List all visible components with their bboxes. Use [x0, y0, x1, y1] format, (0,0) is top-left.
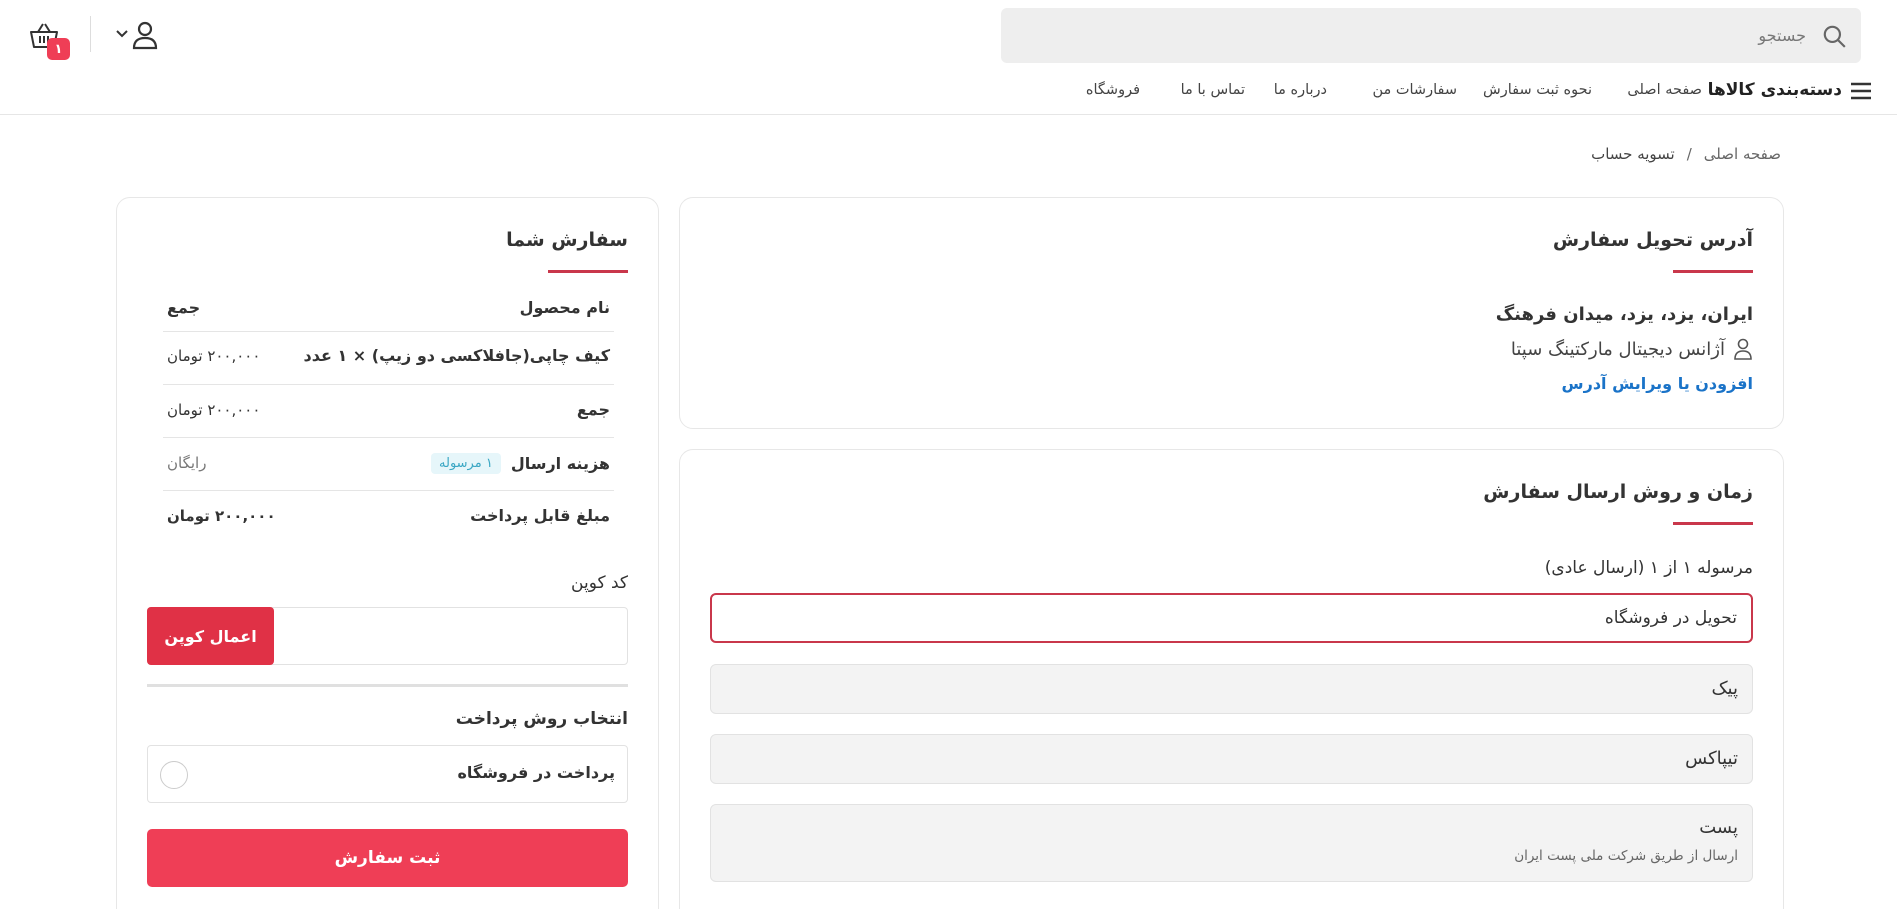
- order-summary-card: سفارش شما نام محصول جمع کیف چاپی(جافلاکس…: [116, 197, 659, 909]
- coupon-field: اعمال کوپن: [147, 607, 628, 665]
- cart-count-badge: ۱: [47, 38, 70, 60]
- total-row: مبلغ قابل پرداخت ۲۰۰,۰۰۰ تومان: [163, 491, 614, 544]
- col-product-header: نام محصول: [519, 298, 610, 317]
- breadcrumb-separator: /: [1686, 145, 1692, 163]
- nav-separator: [0, 114, 1897, 115]
- shipping-cost-label: هزینه ارسال: [510, 454, 610, 473]
- order-divider: [147, 684, 628, 687]
- person-icon: [1734, 338, 1752, 360]
- order-table-header: نام محصول جمع: [163, 290, 614, 332]
- payment-option-label: پرداخت در فروشگاه: [457, 763, 615, 782]
- subtotal-value: ۲۰۰,۰۰۰ تومان: [167, 401, 261, 419]
- order-title-underline: [548, 270, 628, 273]
- shipping-cost-value: رایگان: [167, 454, 207, 472]
- col-total-header: جمع: [167, 298, 201, 317]
- address-title-underline: [1673, 270, 1753, 273]
- nav-categories[interactable]: دسته‌بندی کالاها: [1708, 80, 1842, 100]
- nav-shop[interactable]: فروشگاه: [1086, 82, 1140, 98]
- submit-order-button[interactable]: ثبت سفارش: [147, 829, 628, 887]
- main-nav: دسته‌بندی کالاها صفحه اصلی نحوه ثبت سفار…: [1086, 78, 1872, 104]
- address-recipient: آژانس دیجیتال مارکتینگ سپتا: [1511, 338, 1753, 360]
- subtotal-row: جمع ۲۰۰,۰۰۰ تومان: [163, 385, 614, 438]
- total-label: مبلغ قابل پرداخت: [470, 506, 610, 525]
- breadcrumb-current: تسویه حساب: [1591, 145, 1675, 163]
- shipping-option-tipax[interactable]: تیپاکس: [710, 734, 1753, 784]
- parcel-label: مرسوله ۱ از ۱ (ارسال عادی): [1544, 558, 1753, 578]
- item-name: کیف چاپی(جافلاکسی دو زیپ) × ۱ عدد: [303, 346, 610, 365]
- payment-method-label: انتخاب روش پرداخت: [455, 709, 628, 729]
- nav-how-to-order[interactable]: نحوه ثبت سفارش: [1483, 82, 1592, 98]
- nav-home[interactable]: صفحه اصلی: [1627, 82, 1702, 98]
- apply-coupon-button[interactable]: اعمال کوپن: [147, 607, 274, 665]
- coupon-label: کد کوپن: [571, 573, 628, 593]
- breadcrumb: صفحه اصلی / تسویه حساب: [1591, 145, 1781, 163]
- nav-my-orders[interactable]: سفارشات من: [1372, 82, 1457, 98]
- coupon-input[interactable]: [274, 608, 628, 664]
- item-price: ۲۰۰,۰۰۰ تومان: [167, 347, 261, 365]
- chevron-down-icon[interactable]: [115, 29, 129, 39]
- payment-option-in-store[interactable]: پرداخت در فروشگاه: [147, 745, 628, 803]
- shipping-title: زمان و روش ارسال سفارش: [1483, 481, 1753, 503]
- address-title: آدرس تحویل سفارش: [1552, 229, 1753, 251]
- header-divider: [90, 16, 91, 52]
- subtotal-label: جمع: [576, 400, 610, 419]
- shipping-title-underline: [1673, 522, 1753, 525]
- shipping-option-courier[interactable]: پیک: [710, 664, 1753, 714]
- search-icon: [1823, 25, 1846, 48]
- shipping-option-store-pickup[interactable]: تحویل در فروشگاه: [710, 593, 1753, 643]
- breadcrumb-home[interactable]: صفحه اصلی: [1704, 145, 1781, 163]
- address-card: آدرس تحویل سفارش ایران، یزد، یزد، میدان …: [679, 197, 1784, 429]
- address-line: ایران، یزد، یزد، میدان فرهنگ: [1495, 304, 1753, 325]
- search-input[interactable]: [1001, 8, 1861, 63]
- table-row: کیف چاپی(جافلاکسی دو زیپ) × ۱ عدد ۲۰۰,۰۰…: [163, 332, 614, 385]
- shipping-card: زمان و روش ارسال سفارش مرسوله ۱ از ۱ (ار…: [679, 449, 1784, 909]
- edit-address-link[interactable]: افزودن یا ویرایش آدرس: [1562, 374, 1753, 393]
- nav-contact[interactable]: تماس با ما: [1181, 82, 1245, 98]
- nav-about[interactable]: درباره ما: [1274, 82, 1327, 98]
- search-bar[interactable]: [1001, 8, 1861, 63]
- payment-radio[interactable]: [160, 761, 188, 789]
- shipping-option-post-label: پست: [1699, 817, 1738, 838]
- total-value: ۲۰۰,۰۰۰ تومان: [167, 507, 276, 525]
- menu-icon[interactable]: [1850, 81, 1872, 101]
- user-icon[interactable]: [130, 20, 160, 50]
- order-title: سفارش شما: [506, 229, 628, 251]
- shipping-option-post-desc: ارسال از طریق شرکت ملی پست ایران: [1514, 848, 1738, 864]
- shipping-option-post[interactable]: پست ارسال از طریق شرکت ملی پست ایران: [710, 804, 1753, 882]
- parcel-count-badge: ۱ مرسوله: [431, 453, 501, 474]
- recipient-name: آژانس دیجیتال مارکتینگ سپتا: [1510, 338, 1725, 360]
- shipping-cost-label-group: هزینه ارسال ۱ مرسوله: [431, 453, 610, 474]
- shipping-cost-row: هزینه ارسال ۱ مرسوله رایگان: [163, 438, 614, 491]
